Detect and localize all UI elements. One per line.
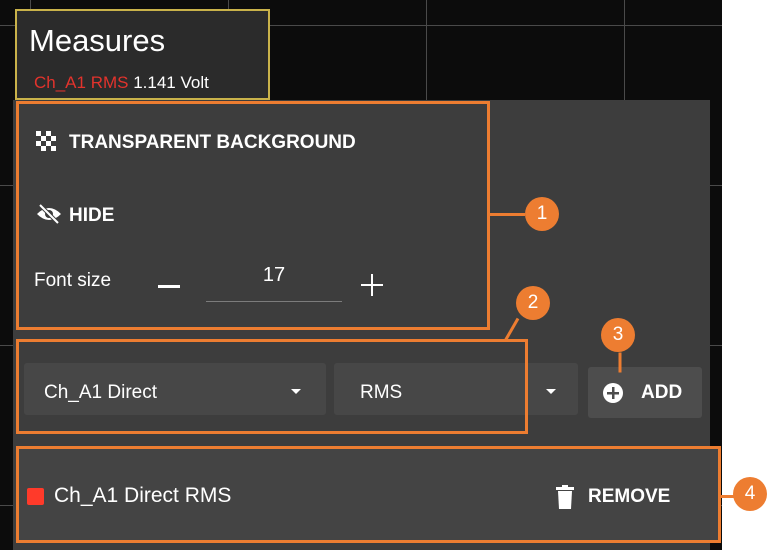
annotation-badge-1: 1: [525, 197, 559, 231]
annotation-box-4: [16, 446, 721, 543]
measure-name: Ch_A1 RMS: [34, 73, 129, 92]
measures-overlay[interactable]: Measures Ch_A1 RMS 1.141 Volt: [15, 9, 270, 100]
annotation-badge-4: 4: [733, 477, 767, 511]
annotation-leader-3: [618, 352, 622, 373]
measures-readout: Ch_A1 RMS 1.141 Volt: [34, 73, 209, 93]
add-measure-button[interactable]: ADD: [588, 367, 702, 418]
annotation-badge-2: 2: [516, 286, 550, 320]
annotation-box-1: [16, 101, 490, 330]
annotation-leader-1: [489, 213, 525, 216]
annotation-badge-3: 3: [601, 318, 635, 352]
measures-title: Measures: [29, 23, 166, 58]
annotation-box-2: [16, 339, 528, 434]
plus-circle-icon: [603, 383, 623, 403]
measure-value: 1.141 Volt: [133, 73, 209, 92]
chevron-down-icon: [546, 389, 556, 394]
add-button-label: ADD: [641, 382, 683, 403]
